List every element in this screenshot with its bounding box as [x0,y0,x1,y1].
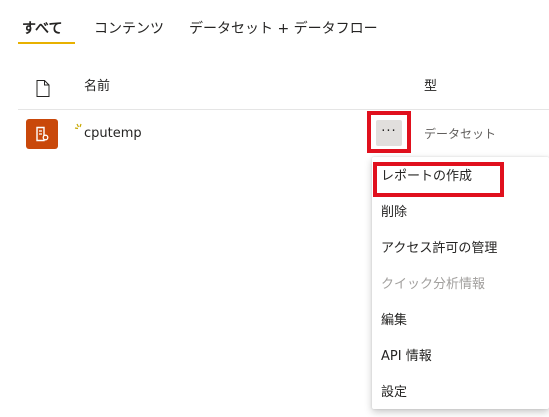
menu-item-settings[interactable]: 設定 [372,375,549,411]
tab-bar: すべて コンテンツ データセット + データフロー [0,0,549,46]
dataset-type: データセット [424,127,497,141]
table-row[interactable]: cputemp ··· データセット [18,110,549,156]
menu-item-delete[interactable]: 削除 [372,195,549,231]
menu-item-edit[interactable]: 編集 [372,303,549,339]
column-header-type[interactable]: 型 [424,78,437,96]
tab-datasets-dataflows[interactable]: データセット + データフロー [189,19,378,39]
highlight-box-more-options [367,111,411,153]
highlight-box-create-report [373,162,504,197]
table-header: 名前 型 [18,70,549,110]
dataset-name-link[interactable]: cputemp [84,125,142,143]
tab-content[interactable]: コンテンツ [94,19,164,39]
active-tab-underline [18,42,75,44]
tab-all[interactable]: すべて [22,19,62,39]
menu-item-manage-permissions[interactable]: アクセス許可の管理 [372,231,549,267]
file-icon [36,80,50,101]
menu-item-api-info[interactable]: API 情報 [372,339,549,375]
dataset-icon [26,119,58,149]
column-header-name[interactable]: 名前 [84,78,110,96]
menu-item-quick-insights: クイック分析情報 [381,277,486,292]
